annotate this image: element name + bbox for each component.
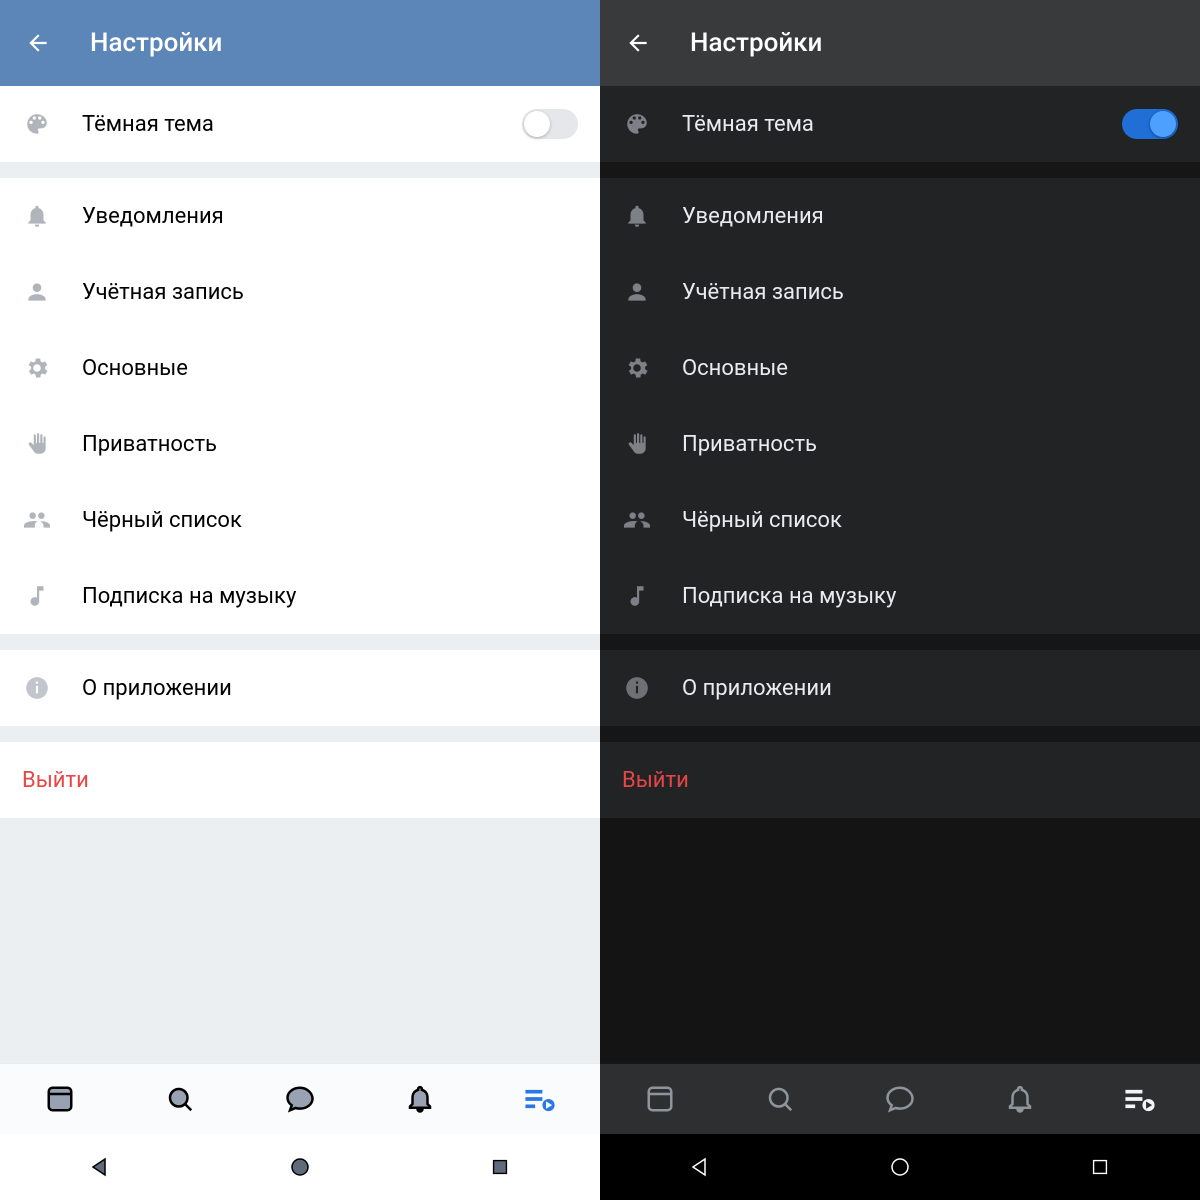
tab-music-playlist[interactable] xyxy=(520,1079,560,1119)
dark-theme-row[interactable]: Тёмная тема xyxy=(0,86,600,162)
dark-theme-label: Тёмная тема xyxy=(82,112,214,137)
bell-icon xyxy=(622,201,652,231)
list-item-label: Уведомления xyxy=(82,204,224,229)
system-home-button[interactable] xyxy=(880,1147,920,1187)
general-row[interactable]: Основные xyxy=(600,330,1200,406)
arrow-left-icon xyxy=(25,30,51,56)
tab-messages[interactable] xyxy=(880,1079,920,1119)
palette-icon xyxy=(22,109,52,139)
dark-theme-toggle[interactable] xyxy=(1122,109,1178,139)
system-back-button[interactable] xyxy=(680,1147,720,1187)
list-item-label: Чёрный список xyxy=(682,508,842,533)
back-button[interactable] xyxy=(618,23,658,63)
tab-search[interactable] xyxy=(160,1079,200,1119)
logout-section: Выйти xyxy=(600,742,1200,818)
list-item-label: Основные xyxy=(82,356,188,381)
hand-icon xyxy=(22,429,52,459)
system-nav-bar xyxy=(600,1134,1200,1200)
dark-theme-label: Тёмная тема xyxy=(682,112,814,137)
arrow-left-icon xyxy=(625,30,651,56)
privacy-row[interactable]: Приватность xyxy=(600,406,1200,482)
tab-feed[interactable] xyxy=(640,1079,680,1119)
app-bar: Настройки xyxy=(0,0,600,86)
blacklist-row[interactable]: Чёрный список xyxy=(0,482,600,558)
tab-messages[interactable] xyxy=(280,1079,320,1119)
about-row[interactable]: О приложении xyxy=(600,650,1200,726)
list-item-label: Подписка на музыку xyxy=(82,584,296,609)
theme-section: Тёмная тема xyxy=(0,86,600,162)
music-subscription-row[interactable]: Подписка на музыку xyxy=(600,558,1200,634)
bottom-nav xyxy=(600,1063,1200,1134)
dark-theme-row[interactable]: Тёмная тема xyxy=(600,86,1200,162)
info-icon xyxy=(622,673,652,703)
person-icon xyxy=(622,277,652,307)
tab-notifications[interactable] xyxy=(1000,1079,1040,1119)
system-home-button[interactable] xyxy=(280,1147,320,1187)
bottom-nav xyxy=(0,1063,600,1134)
page-title: Настройки xyxy=(90,28,222,58)
music-subscription-row[interactable]: Подписка на музыку xyxy=(0,558,600,634)
about-section: О приложении xyxy=(600,650,1200,726)
list-item-label: Приватность xyxy=(82,432,217,457)
info-icon xyxy=(22,673,52,703)
gear-icon xyxy=(622,353,652,383)
list-item-label: Чёрный список xyxy=(82,508,242,533)
notifications-row[interactable]: Уведомления xyxy=(0,178,600,254)
person-icon xyxy=(22,277,52,307)
list-item-label: Подписка на музыку xyxy=(682,584,896,609)
music-icon xyxy=(622,581,652,611)
system-recents-button[interactable] xyxy=(480,1147,520,1187)
about-row[interactable]: О приложении xyxy=(0,650,600,726)
tab-feed[interactable] xyxy=(40,1079,80,1119)
tab-notifications[interactable] xyxy=(400,1079,440,1119)
account-row[interactable]: Учётная запись xyxy=(600,254,1200,330)
list-item-label: Приватность xyxy=(682,432,817,457)
back-button[interactable] xyxy=(18,23,58,63)
about-section: О приложении xyxy=(0,650,600,726)
settings-list: Уведомления Учётная запись Основные Прив… xyxy=(0,178,600,634)
group-icon xyxy=(22,505,52,535)
dark-theme-toggle[interactable] xyxy=(522,109,578,139)
general-row[interactable]: Основные xyxy=(0,330,600,406)
account-row[interactable]: Учётная запись xyxy=(0,254,600,330)
privacy-row[interactable]: Приватность xyxy=(0,406,600,482)
logout-section: Выйти xyxy=(0,742,600,818)
settings-screen-dark: Настройки Тёмная тема Уведомления Учётна… xyxy=(600,0,1200,1200)
tab-search[interactable] xyxy=(760,1079,800,1119)
theme-section: Тёмная тема xyxy=(600,86,1200,162)
notifications-row[interactable]: Уведомления xyxy=(600,178,1200,254)
group-icon xyxy=(622,505,652,535)
list-item-label: О приложении xyxy=(82,676,232,701)
page-title: Настройки xyxy=(690,28,822,58)
hand-icon xyxy=(622,429,652,459)
logout-button[interactable]: Выйти xyxy=(0,742,600,818)
palette-icon xyxy=(622,109,652,139)
settings-list: Уведомления Учётная запись Основные Прив… xyxy=(600,178,1200,634)
system-recents-button[interactable] xyxy=(1080,1147,1120,1187)
list-item-label: О приложении xyxy=(682,676,832,701)
bell-icon xyxy=(22,201,52,231)
app-bar: Настройки xyxy=(600,0,1200,86)
system-nav-bar xyxy=(0,1134,600,1200)
logout-button[interactable]: Выйти xyxy=(600,742,1200,818)
settings-screen-light: Настройки Тёмная тема Уведомления Учётна… xyxy=(0,0,600,1200)
blacklist-row[interactable]: Чёрный список xyxy=(600,482,1200,558)
system-back-button[interactable] xyxy=(80,1147,120,1187)
list-item-label: Уведомления xyxy=(682,204,824,229)
music-icon xyxy=(22,581,52,611)
list-item-label: Основные xyxy=(682,356,788,381)
tab-music-playlist[interactable] xyxy=(1120,1079,1160,1119)
gear-icon xyxy=(22,353,52,383)
list-item-label: Учётная запись xyxy=(682,280,844,305)
list-item-label: Учётная запись xyxy=(82,280,244,305)
